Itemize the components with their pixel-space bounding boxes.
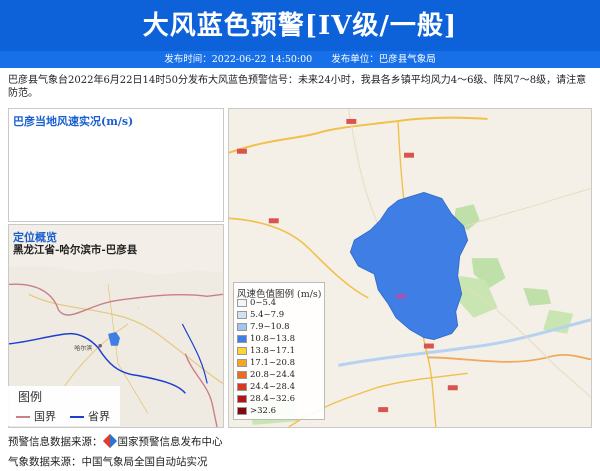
publish-unit: 发布单位：巴彦县气象局: [331, 54, 436, 65]
publish-info-bar: 发布时间：2022-06-22 14:50:00 发布单位：巴彦县气象局: [0, 51, 600, 68]
warning-banner: 大风蓝色预警[IV级/一般]: [0, 0, 600, 51]
wind-speed-panel: 巴彦当地风速实况(m/s): [8, 108, 224, 222]
warning-title: 大风蓝色预警[IV级/一般]: [142, 11, 458, 41]
overview-legend-title: 图例: [18, 390, 43, 404]
location-path: 黑龙江省-哈尔滨市-巴彦县: [13, 244, 138, 256]
warning-source: 预警信息数据来源： 国家预警信息发布中心: [8, 433, 223, 449]
overview-map-legend: 图例 国界 省界: [8, 386, 120, 426]
wind-speed-legend: 风速色值图例 (m/s) 0~5.4 5.4~7.9 7.9~10.8 10.8…: [233, 282, 325, 420]
weather-source: 气象数据来源：中国气象局全国自动站实况: [8, 456, 208, 468]
publish-time: 发布时间：2022-06-22 14:50:00: [164, 54, 313, 65]
legend-national-border: 国界: [16, 408, 56, 424]
legend-province-border: 省界: [70, 408, 110, 424]
warning-source-link[interactable]: 国家预警信息发布中心: [118, 436, 223, 448]
wind-speed-panel-title: 巴彦当地风速实况(m/s): [13, 115, 134, 128]
warning-page: 大风蓝色预警[IV级/一般] 发布时间：2022-06-22 14:50:00 …: [0, 0, 600, 471]
city-label: 哈尔滨: [74, 344, 92, 352]
warning-description: 巴彦县气象台2022年6月22日14时50分发布大风蓝色预警信号：未来24小时，…: [8, 75, 587, 99]
nmc-logo-icon: [102, 433, 117, 449]
